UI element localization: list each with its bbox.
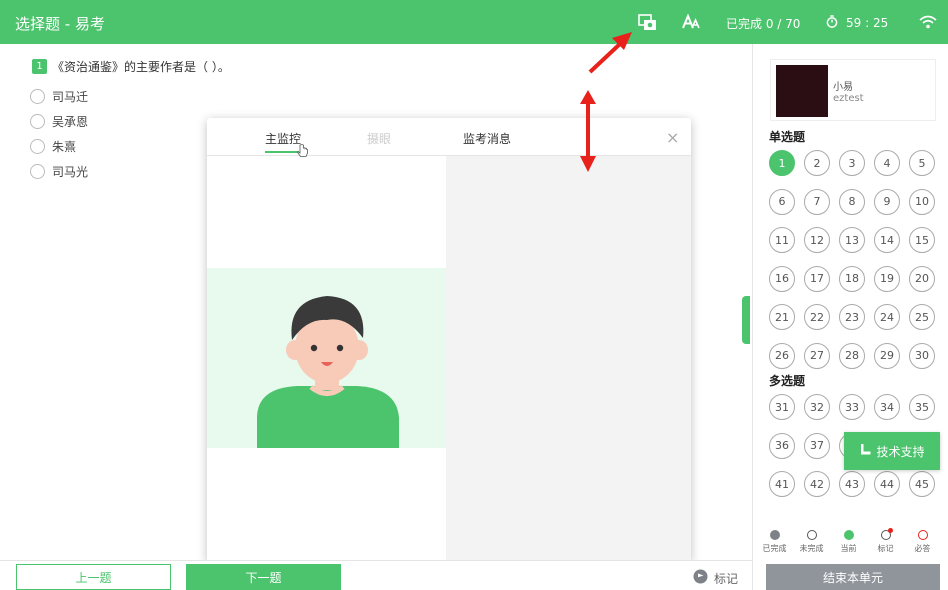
completed-dot-icon [769, 530, 780, 540]
tech-support-label: 技术支持 [876, 444, 925, 459]
question-nav-32[interactable]: 32 [804, 394, 830, 420]
tech-support-button[interactable]: 技术支持 [844, 432, 940, 470]
question-nav-14[interactable]: 14 [874, 227, 900, 253]
question-nav-15[interactable]: 15 [909, 227, 935, 253]
user-photo [776, 65, 828, 117]
question-nav-43[interactable]: 43 [839, 471, 865, 497]
required-dot-icon [917, 530, 928, 540]
multi-choice-label: 多选题 [769, 374, 806, 388]
question-nav-26[interactable]: 26 [769, 342, 795, 369]
mark-icon [693, 569, 708, 587]
question-nav-20[interactable]: 20 [909, 265, 935, 292]
single-choice-label: 单选题 [769, 130, 806, 144]
question-nav-34[interactable]: 34 [874, 394, 900, 420]
red-arrow-icon [588, 32, 632, 74]
question-nav-29[interactable]: 29 [874, 342, 900, 369]
question-nav-25[interactable]: 25 [909, 304, 935, 330]
end-unit-button[interactable]: 结束本单元 [766, 564, 940, 590]
user-name: 小易 [833, 82, 853, 93]
user-id: eztest [833, 93, 864, 104]
question-nav-30[interactable]: 30 [909, 342, 935, 369]
question-nav-5[interactable]: 5 [909, 150, 935, 176]
question-nav-12[interactable]: 12 [804, 227, 830, 253]
next-question-button[interactable]: 下一题 [186, 564, 341, 590]
user-card [770, 59, 936, 121]
legend-required: 必答 [907, 530, 938, 554]
question-nav-28[interactable]: 28 [839, 342, 865, 369]
question-nav-11[interactable]: 11 [769, 227, 795, 253]
question-nav-13[interactable]: 13 [839, 227, 865, 253]
mark-question-toggle[interactable]: 标记 [693, 569, 738, 587]
marked-dot-icon [880, 528, 893, 540]
question-nav-21[interactable]: 21 [769, 304, 795, 330]
red-double-arrow-icon [580, 90, 596, 172]
question-nav-31[interactable]: 31 [769, 394, 795, 420]
question-nav-7[interactable]: 7 [804, 188, 830, 215]
question-nav-27[interactable]: 27 [804, 342, 830, 369]
current-dot-icon [843, 530, 854, 540]
question-nav-18[interactable]: 18 [839, 265, 865, 292]
status-legend: 已完成 未完成 当前 标记 必答 [759, 528, 938, 554]
question-nav-8[interactable]: 8 [839, 188, 865, 215]
question-nav-19[interactable]: 19 [874, 265, 900, 292]
incomplete-dot-icon [806, 530, 817, 540]
question-nav-9[interactable]: 9 [874, 188, 900, 215]
legend-completed: 已完成 [759, 530, 790, 554]
question-nav-24[interactable]: 24 [874, 304, 900, 330]
question-nav-2[interactable]: 2 [804, 150, 830, 176]
question-nav-6[interactable]: 6 [769, 188, 795, 215]
question-nav-35[interactable]: 35 [909, 394, 935, 420]
question-nav-41[interactable]: 41 [769, 471, 795, 497]
question-nav-33[interactable]: 33 [839, 394, 865, 420]
question-nav-17[interactable]: 17 [804, 265, 830, 292]
question-nav-37[interactable]: 37 [804, 432, 830, 459]
panel-toggle-tab[interactable] [742, 296, 750, 344]
question-nav-4[interactable]: 4 [874, 150, 900, 176]
question-nav-10[interactable]: 10 [909, 188, 935, 215]
question-nav-23[interactable]: 23 [839, 304, 865, 330]
legend-label: 标记 [877, 544, 894, 553]
legend-current: 当前 [833, 530, 864, 554]
legend-label: 当前 [840, 544, 857, 553]
question-nav-3[interactable]: 3 [839, 150, 865, 176]
legend-marked: 标记 [870, 528, 901, 554]
question-nav-45[interactable]: 45 [909, 471, 935, 497]
single-choice-grid: 1 2 3 4 5 6 7 8 9 10 11 12 13 14 15 16 17 18 19 20 21 22 23 24 2… [769, 150, 935, 369]
question-nav-42[interactable]: 42 [804, 471, 830, 497]
phone-icon [859, 443, 872, 459]
question-nav-16[interactable]: 16 [769, 265, 795, 292]
answer-sheet-sidebar: 小易 eztest 单选题 1 2 3 4 5 6 7 8 9 10 11 12 13 14 15 16 17 1… [752, 44, 948, 590]
legend-label: 必答 [914, 544, 931, 553]
legend-incomplete: 未完成 [796, 530, 827, 554]
question-nav-1[interactable]: 1 [769, 150, 795, 176]
question-nav-44[interactable]: 44 [874, 471, 900, 497]
mark-label: 标记 [714, 571, 739, 586]
question-nav-22[interactable]: 22 [804, 304, 830, 330]
question-nav-36[interactable]: 36 [769, 432, 795, 459]
prev-question-button[interactable]: 上一题 [16, 564, 171, 590]
legend-label: 已完成 [762, 544, 787, 553]
legend-label: 未完成 [799, 544, 824, 553]
